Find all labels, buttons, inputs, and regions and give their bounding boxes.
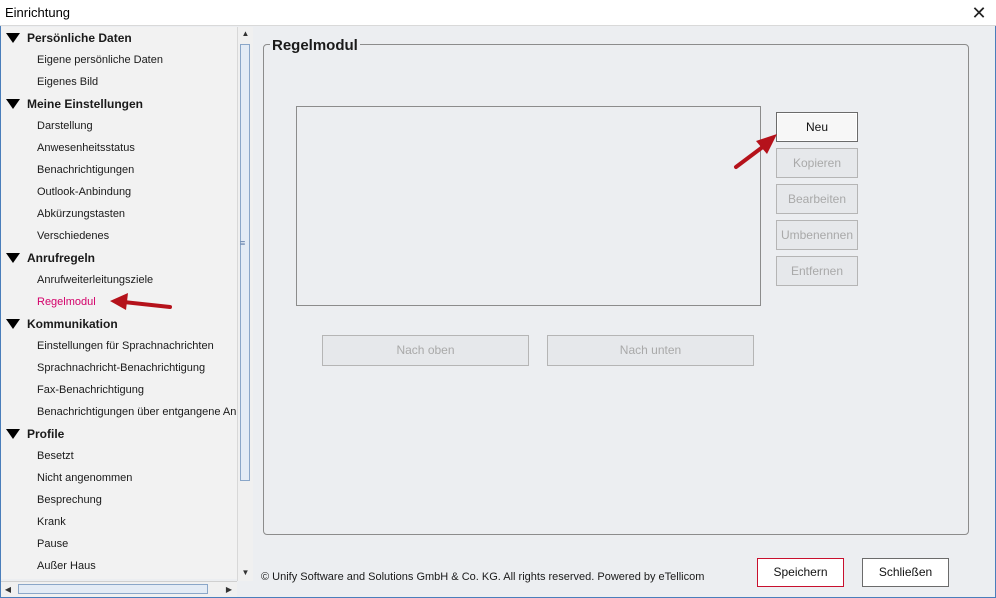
tree-item-busy[interactable]: Besetzt (37, 445, 74, 467)
tree-group-label: Persönliche Daten (27, 31, 132, 45)
close-button[interactable]: Schließen (862, 558, 949, 587)
tree-item-meeting[interactable]: Besprechung (37, 489, 102, 511)
tree-group-communication[interactable]: Kommunikation (6, 313, 118, 335)
tree-group-label: Profile (27, 427, 65, 441)
tree-group-label: Anrufregeln (27, 251, 96, 265)
section-title: Regelmodul (270, 37, 360, 54)
tree-group-call-rules[interactable]: Anrufregeln (6, 247, 95, 269)
triangle-down-icon[interactable] (6, 98, 20, 109)
triangle-down-icon[interactable] (6, 252, 20, 263)
tree-group-profiles[interactable]: Profile (6, 423, 64, 445)
tree-vertical-scrollbar[interactable]: ▲ ≡ ▼ (237, 27, 253, 581)
scrollbar-thumb[interactable] (240, 44, 250, 481)
title-bar: Einrichtung ✕ (0, 0, 996, 26)
tree-item-display[interactable]: Darstellung (37, 115, 93, 137)
tree-item-fax-notification[interactable]: Fax-Benachrichtigung (37, 379, 144, 401)
scroll-right-icon[interactable]: ▶ (222, 582, 236, 597)
move-down-button[interactable]: Nach unten (547, 335, 754, 366)
tree-item-out-of-office[interactable]: Außer Haus (37, 555, 96, 577)
tree-horizontal-scrollbar[interactable]: ◀ ▶ (1, 581, 237, 597)
settings-tree: Persönliche Daten Eigene persönliche Dat… (1, 27, 238, 579)
triangle-down-icon[interactable] (6, 32, 20, 43)
tree-group-label: Kommunikation (27, 317, 118, 331)
save-button[interactable]: Speichern (757, 558, 844, 587)
tree-item-notifications[interactable]: Benachrichtigungen (37, 159, 134, 181)
scroll-down-icon[interactable]: ▼ (238, 566, 253, 580)
tree-item-sick[interactable]: Krank (37, 511, 66, 533)
rename-button[interactable]: Umbenennen (776, 220, 858, 250)
tree-item-outlook-connection[interactable]: Outlook-Anbindung (37, 181, 131, 203)
tree-item-call-forwarding-targets[interactable]: Anrufweiterleitungsziele (37, 269, 153, 291)
tree-item-rule-module[interactable]: Regelmodul (37, 291, 96, 313)
rules-list[interactable] (296, 106, 761, 306)
tree-item-own-picture[interactable]: Eigenes Bild (37, 71, 98, 93)
copyright-text: © Unify Software and Solutions GmbH & Co… (261, 571, 705, 583)
tree-group-label: Meine Einstellungen (27, 97, 144, 111)
tree-item-voicemail-settings[interactable]: Einstellungen für Sprachnachrichten (37, 335, 214, 357)
tree-item-shortcut-keys[interactable]: Abkürzungstasten (37, 203, 125, 225)
tree-item-miscellaneous[interactable]: Verschiedenes (37, 225, 109, 247)
tree-item-break[interactable]: Pause (37, 533, 68, 555)
window-title: Einrichtung (5, 5, 71, 20)
remove-button[interactable]: Entfernen (776, 256, 858, 286)
tree-group-personal-data[interactable]: Persönliche Daten (6, 27, 132, 49)
scroll-up-icon[interactable]: ▲ (238, 27, 253, 41)
close-icon[interactable]: ✕ (962, 0, 996, 26)
triangle-down-icon[interactable] (6, 318, 20, 329)
grip-icon: ≡ (240, 238, 246, 248)
move-up-button[interactable]: Nach oben (322, 335, 529, 366)
scroll-left-icon[interactable]: ◀ (1, 582, 15, 597)
scrollbar-thumb[interactable] (18, 584, 208, 594)
edit-button[interactable]: Bearbeiten (776, 184, 858, 214)
tree-item-missed-call-notifications[interactable]: Benachrichtigungen über entgangene An (37, 401, 236, 423)
new-button[interactable]: Neu (776, 112, 858, 142)
tree-group-my-settings[interactable]: Meine Einstellungen (6, 93, 143, 115)
tree-item-own-personal-data[interactable]: Eigene persönliche Daten (37, 49, 163, 71)
tree-item-voicemail-notification[interactable]: Sprachnachricht-Benachrichtigung (37, 357, 205, 379)
tree-item-presence-status[interactable]: Anwesenheitsstatus (37, 137, 135, 159)
triangle-down-icon[interactable] (6, 428, 20, 439)
copy-button[interactable]: Kopieren (776, 148, 858, 178)
tree-item-not-answered[interactable]: Nicht angenommen (37, 467, 132, 489)
